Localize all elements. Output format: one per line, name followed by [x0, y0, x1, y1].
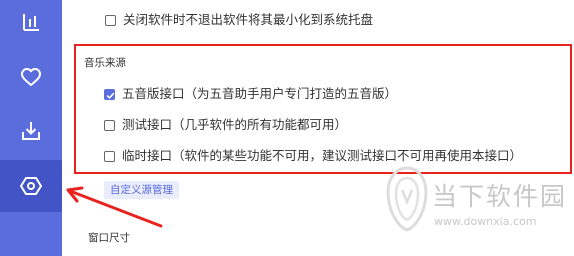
watermark-logo-icon [386, 166, 428, 232]
source-option-test-checkbox[interactable] [104, 120, 115, 131]
watermark: 当下软件园 www.downxia.com [382, 164, 572, 236]
settings-hexagon-icon [20, 175, 42, 197]
minimize-to-tray-label: 关闭软件时不退出软件将其最小化到系统托盘 [123, 12, 374, 27]
sidebar-item-charts[interactable] [0, 0, 62, 48]
sidebar-item-downloads[interactable] [0, 105, 62, 157]
source-option-temp-checkbox[interactable] [104, 151, 115, 162]
checkmark-icon [106, 92, 115, 100]
sidebar [0, 0, 62, 256]
download-icon [20, 120, 42, 142]
annotation-arrow-icon [66, 186, 163, 228]
source-option-temp-label: 临时接口（软件的某些功能不可用，建议测试接口不可用再使用本接口） [122, 148, 523, 163]
bar-chart-icon [21, 12, 41, 32]
sidebar-item-favorites[interactable] [0, 51, 62, 103]
music-source-title: 音乐来源 [84, 57, 126, 69]
source-option-test-label: 测试接口（几乎软件的所有功能都可用） [122, 117, 348, 132]
watermark-url: www.downxia.com [434, 215, 537, 228]
window-size-title: 窗口尺寸 [88, 232, 130, 244]
heart-icon [20, 67, 42, 87]
sidebar-item-settings[interactable] [0, 160, 62, 212]
watermark-title: 当下软件园 [432, 182, 568, 211]
minimize-to-tray-checkbox[interactable] [105, 15, 116, 26]
source-option-wuyin-label: 五音版接口（为五音助手用户专门打造的五音版） [122, 86, 398, 101]
source-option-wuyin-checkbox[interactable] [104, 89, 115, 100]
